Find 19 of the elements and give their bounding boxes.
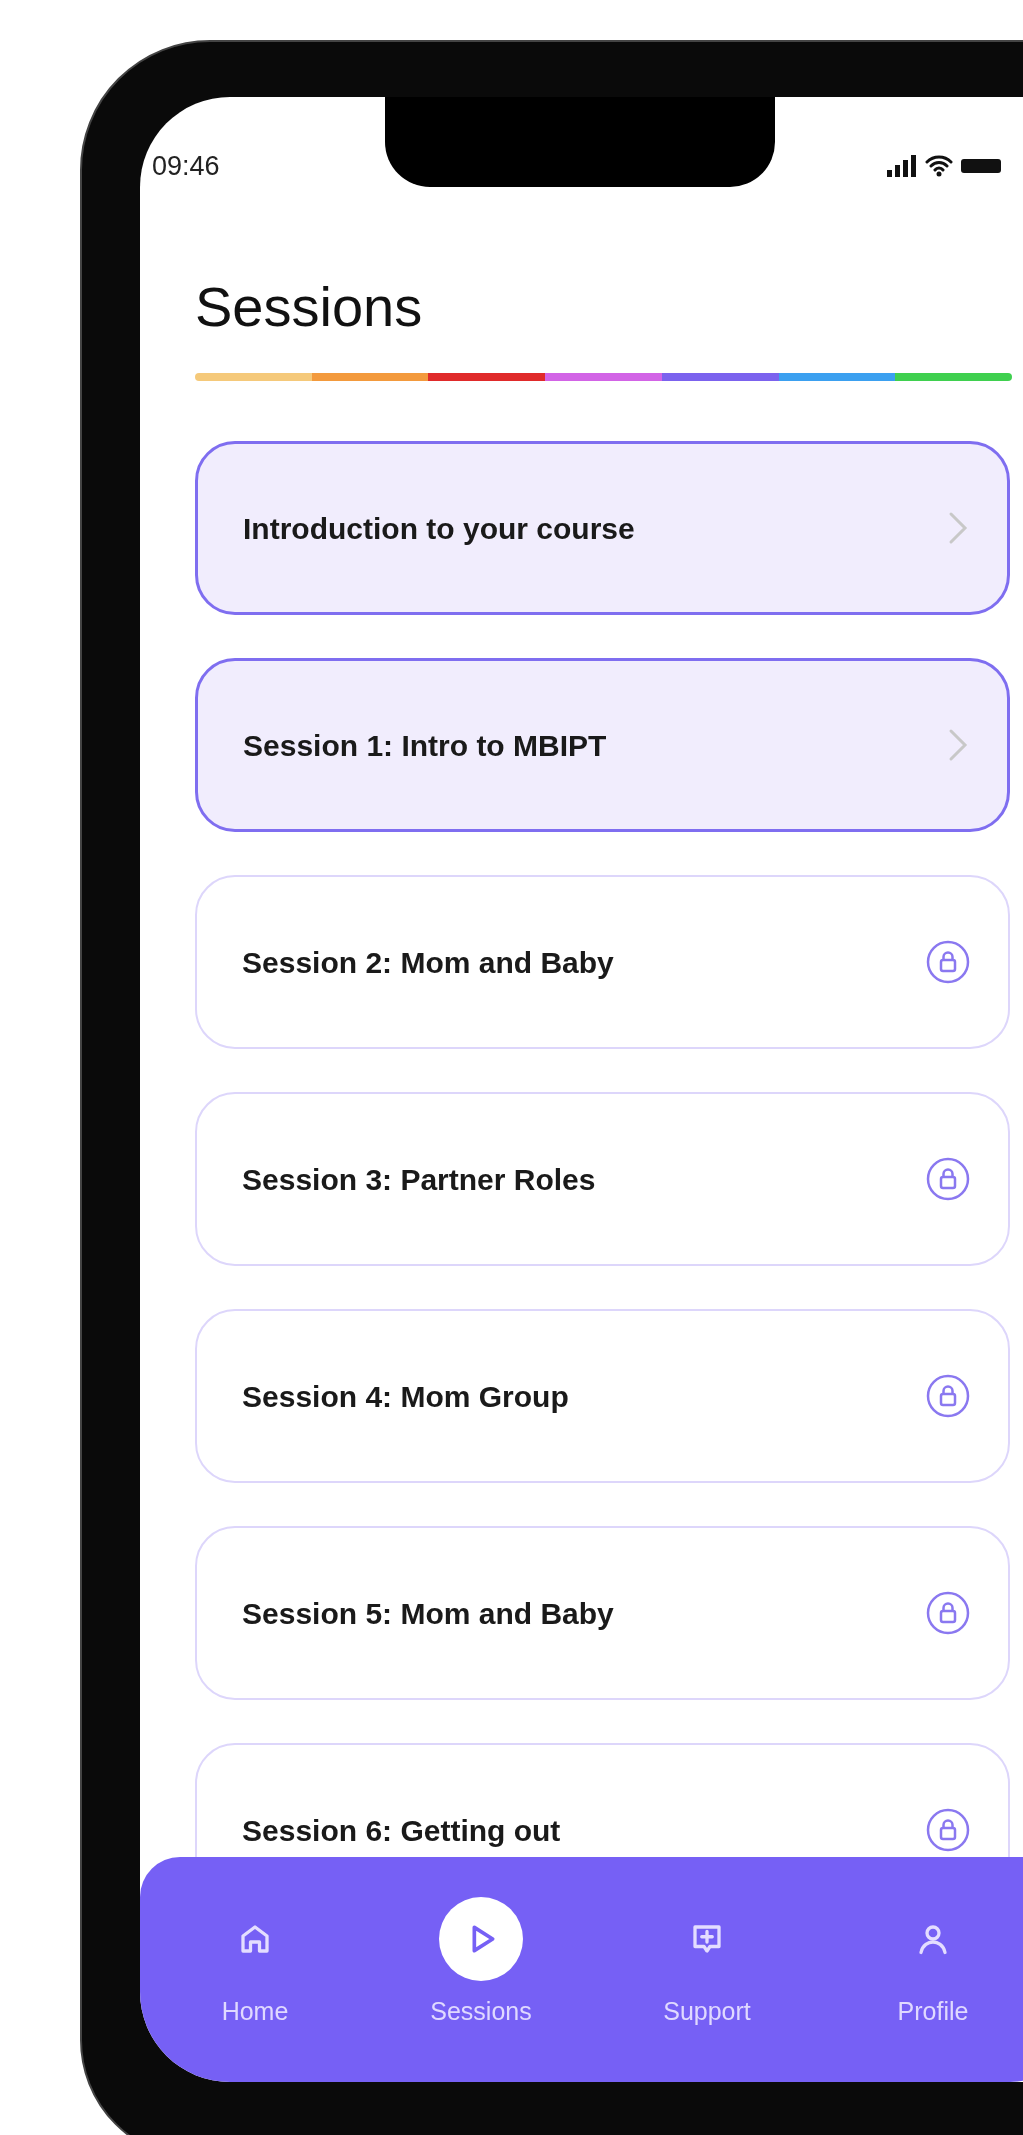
battery-icon <box>961 156 1001 176</box>
session-card[interactable]: Session 4: Mom Group <box>195 1309 1010 1483</box>
signal-icon <box>887 155 917 177</box>
lock-icon <box>926 1591 970 1635</box>
lock-icon <box>926 1808 970 1852</box>
lock-icon <box>926 940 970 984</box>
session-card[interactable]: Session 5: Mom and Baby <box>195 1526 1010 1700</box>
lock-icon <box>926 1157 970 1201</box>
session-card[interactable]: Session 3: Partner Roles <box>195 1092 1010 1266</box>
chevron-right-icon <box>947 510 969 546</box>
lock-icon <box>926 1374 970 1418</box>
session-card[interactable]: Session 2: Mom and Baby <box>195 875 1010 1049</box>
page-title: Sessions <box>195 279 424 335</box>
wifi-icon <box>925 155 953 177</box>
chevron-right-icon <box>947 727 969 763</box>
status-time: 09:46 <box>152 149 220 183</box>
session-card[interactable]: Introduction to your course <box>195 441 1010 615</box>
session-card[interactable]: Session 6: Getting out <box>195 1743 1010 1857</box>
session-card[interactable]: Session 1: Intro to MBIPT <box>195 658 1010 832</box>
